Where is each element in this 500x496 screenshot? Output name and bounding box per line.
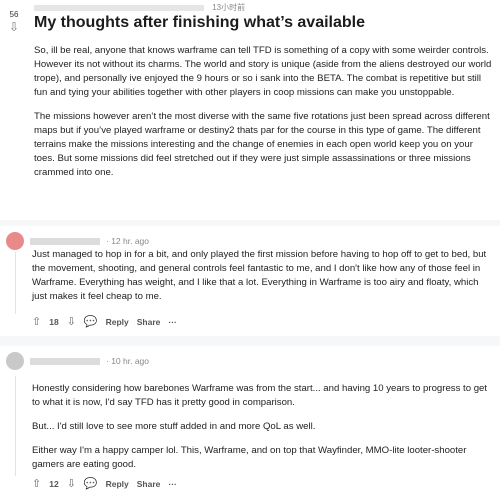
comment-vote-count: 18	[49, 316, 59, 327]
comment-actions: ⇧ 12 ⇩ 💬 Reply Share ···	[32, 477, 177, 490]
avatar[interactable]	[6, 232, 24, 250]
comment-time: · 12 hr. ago	[106, 236, 150, 246]
downvote-icon[interactable]: ⇩	[9, 21, 19, 33]
share-button[interactable]: Share	[137, 479, 161, 489]
upvote-icon[interactable]: ⇧	[32, 315, 41, 328]
comment-vote-count: 12	[49, 478, 59, 489]
comment-time: · 10 hr. ago	[106, 356, 150, 366]
post-card: 56 ⇩ 13小时前 My thoughts after finishing w…	[0, 0, 500, 220]
blurred-author	[34, 4, 204, 11]
reply-icon[interactable]: 💬	[84, 315, 98, 328]
post-vote-count: 56	[9, 10, 19, 19]
reply-button[interactable]: Reply	[106, 317, 129, 327]
comment-paragraph: Either way I'm a happy camper lol. This,…	[32, 445, 467, 470]
comment-header: · 10 hr. ago	[6, 352, 149, 370]
post-meta: 13小时前	[34, 2, 245, 13]
reply-icon[interactable]: 💬	[84, 477, 98, 490]
comment: · 10 hr. ago Honestly considering how ba…	[0, 346, 500, 496]
avatar[interactable]	[6, 352, 24, 370]
comment-paragraph: Just managed to hop in for a bit, and on…	[32, 249, 487, 302]
thread-line[interactable]	[15, 252, 16, 314]
post-paragraph: So, ill be real, anyone that knows warfr…	[34, 45, 492, 98]
post-vote-column: 56 ⇩	[4, 10, 24, 33]
share-button[interactable]: Share	[137, 317, 161, 327]
blurred-username	[30, 357, 100, 365]
post-title: My thoughts after finishing what’s avail…	[34, 14, 366, 31]
comment-actions: ⇧ 18 ⇩ 💬 Reply Share ···	[32, 315, 177, 328]
comment: · 12 hr. ago Just managed to hop in for …	[0, 226, 500, 336]
blurred-username	[30, 237, 100, 245]
post-timestamp: 13小时前	[212, 3, 246, 12]
downvote-icon[interactable]: ⇩	[67, 315, 76, 328]
upvote-icon[interactable]: ⇧	[32, 477, 41, 490]
reply-button[interactable]: Reply	[106, 479, 129, 489]
post-paragraph: The missions however aren’t the most div…	[34, 111, 490, 178]
more-options-button[interactable]: ···	[168, 317, 177, 327]
comment-paragraph: Honestly considering how barebones Warfr…	[32, 383, 488, 408]
downvote-icon[interactable]: ⇩	[67, 477, 76, 490]
post-body: So, ill be real, anyone that knows warfr…	[34, 44, 494, 190]
comment-paragraph: But... I'd still love to see more stuff …	[32, 421, 316, 432]
comment-body: Honestly considering how barebones Warfr…	[32, 382, 492, 482]
comment-body: Just managed to hop in for a bit, and on…	[32, 248, 492, 314]
more-options-button[interactable]: ···	[168, 479, 177, 489]
thread-line[interactable]	[15, 376, 16, 476]
